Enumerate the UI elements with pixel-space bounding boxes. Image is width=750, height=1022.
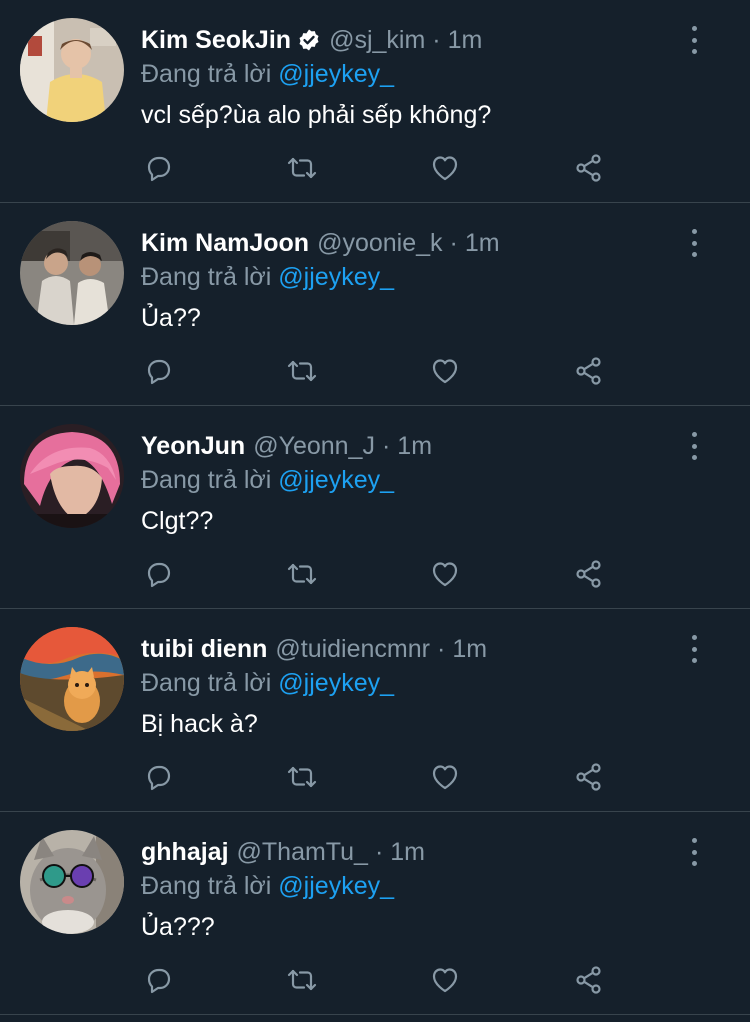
- share-icon[interactable]: [571, 150, 607, 186]
- reply-icon[interactable]: [141, 353, 177, 389]
- tweet-actions: [141, 150, 611, 186]
- tweet-actions: [141, 556, 611, 592]
- tweet-header: Kim NamJoon @yoonie_k · 1m: [141, 226, 690, 260]
- display-name[interactable]: YeonJun: [141, 432, 245, 461]
- tweet-content: Kim SeokJin @sj_kim · 1m Đang trả lời @j…: [141, 23, 690, 135]
- retweet-icon[interactable]: [284, 353, 320, 389]
- share-icon[interactable]: [571, 759, 607, 795]
- heart-icon[interactable]: [427, 556, 463, 592]
- avatar-image: [20, 18, 124, 122]
- avatar-image: [20, 221, 124, 325]
- tweet-actions: [141, 759, 611, 795]
- share-icon[interactable]: [571, 962, 607, 998]
- more-vertical-icon[interactable]: [682, 432, 706, 460]
- replying-to-label: Đang trả lời: [141, 60, 272, 88]
- tweet-header: tuibi dienn @tuidiencmnr · 1m: [141, 632, 690, 666]
- replying-to-label: Đang trả lời: [141, 872, 272, 900]
- avatar-image: [20, 627, 124, 731]
- heart-icon[interactable]: [427, 353, 463, 389]
- reply-icon[interactable]: [141, 759, 177, 795]
- replying-to-line: Đang trả lời @jjeykey_: [141, 463, 690, 497]
- retweet-icon[interactable]: [284, 150, 320, 186]
- dot-separator: ·: [374, 837, 384, 866]
- avatar[interactable]: [20, 18, 124, 122]
- tweet-content: ghhajaj @ThamTu_ · 1m Đang trả lời @jjey…: [141, 835, 690, 947]
- retweet-icon[interactable]: [284, 759, 320, 795]
- user-handle[interactable]: @yoonie_k: [317, 229, 442, 258]
- reply-icon[interactable]: [141, 962, 177, 998]
- tweet-text: Ủa???: [141, 913, 215, 941]
- replying-to-line: Đang trả lời @jjeykey_: [141, 260, 690, 294]
- display-name[interactable]: Kim NamJoon: [141, 229, 309, 258]
- replying-to-user-link[interactable]: @jjeykey_: [278, 669, 394, 697]
- replying-to-label: Đang trả lời: [141, 669, 272, 697]
- timestamp[interactable]: 1m: [465, 229, 500, 258]
- avatar[interactable]: [20, 627, 124, 731]
- heart-icon[interactable]: [427, 759, 463, 795]
- timestamp[interactable]: 1m: [390, 838, 425, 867]
- tweet-text: Ủa??: [141, 304, 201, 332]
- user-handle[interactable]: @ThamTu_: [237, 838, 368, 867]
- user-handle[interactable]: @tuidiencmnr: [275, 635, 430, 664]
- avatar[interactable]: [20, 424, 124, 528]
- tweet-content: YeonJun @Yeonn_J · 1m Đang trả lời @jjey…: [141, 429, 690, 541]
- replying-to-label: Đang trả lời: [141, 466, 272, 494]
- timestamp[interactable]: 1m: [452, 635, 487, 664]
- reply-icon[interactable]: [141, 150, 177, 186]
- reply-tweet[interactable]: Kim SeokJin @sj_kim · 1m Đang trả lời @j…: [0, 0, 750, 203]
- replying-to-line: Đang trả lời @jjeykey_: [141, 57, 690, 91]
- replying-to-user-link[interactable]: @jjeykey_: [278, 466, 394, 494]
- reply-tweet[interactable]: ghhajaj @ThamTu_ · 1m Đang trả lời @jjey…: [0, 812, 750, 1015]
- display-name[interactable]: tuibi dienn: [141, 635, 267, 664]
- tweet-text: Bị hack à?: [141, 710, 258, 738]
- timestamp[interactable]: 1m: [397, 432, 432, 461]
- tweet-content: Kim NamJoon @yoonie_k · 1m Đang trả lời …: [141, 226, 690, 338]
- user-handle[interactable]: @sj_kim: [329, 26, 425, 55]
- reply-feed: Kim SeokJin @sj_kim · 1m Đang trả lời @j…: [0, 0, 750, 1015]
- retweet-icon[interactable]: [284, 962, 320, 998]
- replying-to-user-link[interactable]: @jjeykey_: [278, 60, 394, 88]
- tweet-actions: [141, 353, 611, 389]
- display-name[interactable]: Kim SeokJin: [141, 26, 291, 55]
- avatar[interactable]: [20, 221, 124, 325]
- heart-icon[interactable]: [427, 150, 463, 186]
- dot-separator: ·: [432, 25, 441, 54]
- replying-to-line: Đang trả lời @jjeykey_: [141, 666, 690, 700]
- heart-icon[interactable]: [427, 962, 463, 998]
- reply-tweet[interactable]: tuibi dienn @tuidiencmnr · 1m Đang trả l…: [0, 609, 750, 812]
- more-vertical-icon[interactable]: [682, 635, 706, 663]
- replying-to-label: Đang trả lời: [141, 263, 272, 291]
- reply-icon[interactable]: [141, 556, 177, 592]
- dot-separator: ·: [436, 634, 446, 663]
- reply-tweet[interactable]: Kim NamJoon @yoonie_k · 1m Đang trả lời …: [0, 203, 750, 406]
- more-vertical-icon[interactable]: [682, 26, 706, 54]
- tweet-text: Clgt??: [141, 507, 214, 535]
- avatar[interactable]: [20, 830, 124, 934]
- tweet-header: YeonJun @Yeonn_J · 1m: [141, 429, 690, 463]
- retweet-icon[interactable]: [284, 556, 320, 592]
- more-vertical-icon[interactable]: [682, 229, 706, 257]
- reply-tweet[interactable]: YeonJun @Yeonn_J · 1m Đang trả lời @jjey…: [0, 406, 750, 609]
- avatar-image: [20, 830, 124, 934]
- verified-badge-icon: [297, 28, 321, 52]
- tweet-text: vcl sếp?ùa alo phải sếp không?: [141, 101, 492, 129]
- share-icon[interactable]: [571, 556, 607, 592]
- user-handle[interactable]: @Yeonn_J: [253, 432, 375, 461]
- replying-to-line: Đang trả lời @jjeykey_: [141, 869, 690, 903]
- share-icon[interactable]: [571, 353, 607, 389]
- display-name[interactable]: ghhajaj: [141, 838, 229, 867]
- timestamp[interactable]: 1m: [448, 26, 483, 55]
- avatar-image: [20, 424, 124, 528]
- replying-to-user-link[interactable]: @jjeykey_: [278, 872, 394, 900]
- dot-separator: ·: [381, 431, 391, 460]
- tweet-header: ghhajaj @ThamTu_ · 1m: [141, 835, 690, 869]
- tweet-actions: [141, 962, 611, 998]
- tweet-content: tuibi dienn @tuidiencmnr · 1m Đang trả l…: [141, 632, 690, 744]
- dot-separator: ·: [449, 228, 458, 257]
- more-vertical-icon[interactable]: [682, 838, 706, 866]
- tweet-header: Kim SeokJin @sj_kim · 1m: [141, 23, 690, 57]
- replying-to-user-link[interactable]: @jjeykey_: [278, 263, 394, 291]
